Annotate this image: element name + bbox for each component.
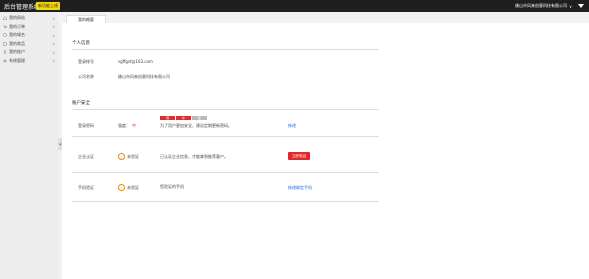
user-icon — [3, 50, 7, 54]
sidebar-item-label: 系统管理 — [9, 57, 25, 63]
password-strength: 强度： 中 — [118, 123, 136, 129]
app-title: 后台管理系统 — [4, 4, 41, 11]
chevron-down-icon: ∨ — [52, 24, 55, 30]
cart-icon — [3, 25, 7, 28]
sidebar-item-account[interactable]: 我的账户 ∨ — [0, 48, 58, 57]
verify-now-button[interactable]: 立即验证 — [288, 152, 310, 160]
sidebar-item-label: 我的商品 — [9, 40, 25, 46]
globe-icon — [3, 33, 7, 38]
company-label: 公司名称 — [78, 74, 94, 79]
password-hint: 为了用户更加安全，建议定期更新密码。 — [160, 123, 232, 128]
section-title-security: 账户安全 — [72, 101, 90, 106]
strength-bar-strong: 强 — [191, 116, 207, 120]
divider — [72, 109, 379, 110]
company-value: 佛山市风来创意科技有限公司 — [118, 74, 170, 79]
company-name: 佛山市风来创意科技有限公司 — [515, 3, 568, 8]
status-text: 未验证 — [127, 153, 139, 159]
sidebar-item-domains[interactable]: 我的域名 ∨ — [0, 31, 58, 40]
divider — [72, 201, 379, 202]
chevron-down-icon: ∨ — [52, 41, 55, 47]
phone-auth-status: ! 未验证 — [118, 184, 139, 191]
status-text: 未验证 — [127, 184, 139, 190]
change-password-link[interactable]: 修改 — [288, 123, 296, 129]
package-icon — [3, 42, 7, 46]
main-content: 个人信息 登录帐号 sgffgsf@163.com 公司名称 佛山市风来创意科技… — [62, 23, 589, 279]
divider — [72, 172, 379, 173]
sidebar-item-label: 我的域名 — [9, 32, 25, 38]
sidebar-item-label: 我的账户 — [9, 49, 25, 55]
company-auth-label: 企业认证 — [78, 154, 94, 159]
section-title-personal: 个人信息 — [72, 41, 90, 46]
divider — [72, 136, 379, 137]
new-feature-badge[interactable]: 新功能上线 — [36, 2, 60, 10]
change-phone-link[interactable]: 修改绑定手机 — [288, 185, 312, 191]
chevron-down-icon: ∨ — [52, 58, 55, 64]
chevron-left-icon: ◀ — [58, 142, 62, 146]
warning-icon: ! — [118, 153, 125, 160]
email-value: sgffgsf@163.com — [118, 59, 153, 64]
sidebar-item-products[interactable]: 我的商品 ∨ — [0, 40, 58, 49]
strength-value: 中 — [132, 123, 136, 128]
sidebar-item-label: 我的网站 — [9, 15, 25, 21]
chevron-down-icon: ∨ — [52, 49, 55, 55]
sidebar-item-website[interactable]: 我的网站 ∨ — [0, 14, 58, 23]
sidebar-item-orders[interactable]: 我的订单 ∨ — [0, 23, 58, 32]
strength-meter: 弱 中 强 — [160, 116, 207, 120]
warning-icon: ! — [118, 184, 125, 191]
password-label: 登录密码 — [78, 123, 94, 128]
strength-prefix: 强度： — [118, 123, 130, 128]
phone-auth-hint: 您验证的手机 — [160, 184, 184, 189]
company-auth-status: ! 未验证 — [118, 153, 139, 160]
home-icon — [3, 16, 7, 21]
sidebar: 我的网站 ∨ 我的订单 ∨ 我的域名 ∨ 我的商品 ∨ 我的账户 ∨ 系统管理 … — [0, 12, 58, 279]
chevron-down-icon: ∨ — [52, 32, 55, 38]
chevron-down-icon: ∨ — [52, 15, 55, 21]
phone-auth-label: 手机验证 — [78, 185, 94, 190]
sidebar-item-label: 我的订单 — [9, 23, 25, 29]
gear-icon — [3, 58, 7, 63]
tab-bar: 我的概要 — [62, 12, 589, 24]
company-switcher[interactable]: 佛山市风来创意科技有限公司 ∨ — [515, 3, 572, 9]
divider — [72, 49, 379, 50]
sidebar-item-system[interactable]: 系统管理 ∨ — [0, 57, 58, 66]
company-auth-hint: 已认证企业信息，才能拿到推荐客户。 — [160, 154, 228, 159]
dropdown-triangle-icon[interactable] — [577, 2, 585, 10]
strength-bar-weak: 弱 — [160, 116, 175, 120]
company-caret-icon: ∨ — [569, 3, 572, 9]
strength-bar-medium: 中 — [175, 116, 191, 120]
email-label: 登录帐号 — [78, 59, 94, 64]
top-bar: 后台管理系统 新功能上线 佛山市风来创意科技有限公司 ∨ — [0, 0, 589, 12]
